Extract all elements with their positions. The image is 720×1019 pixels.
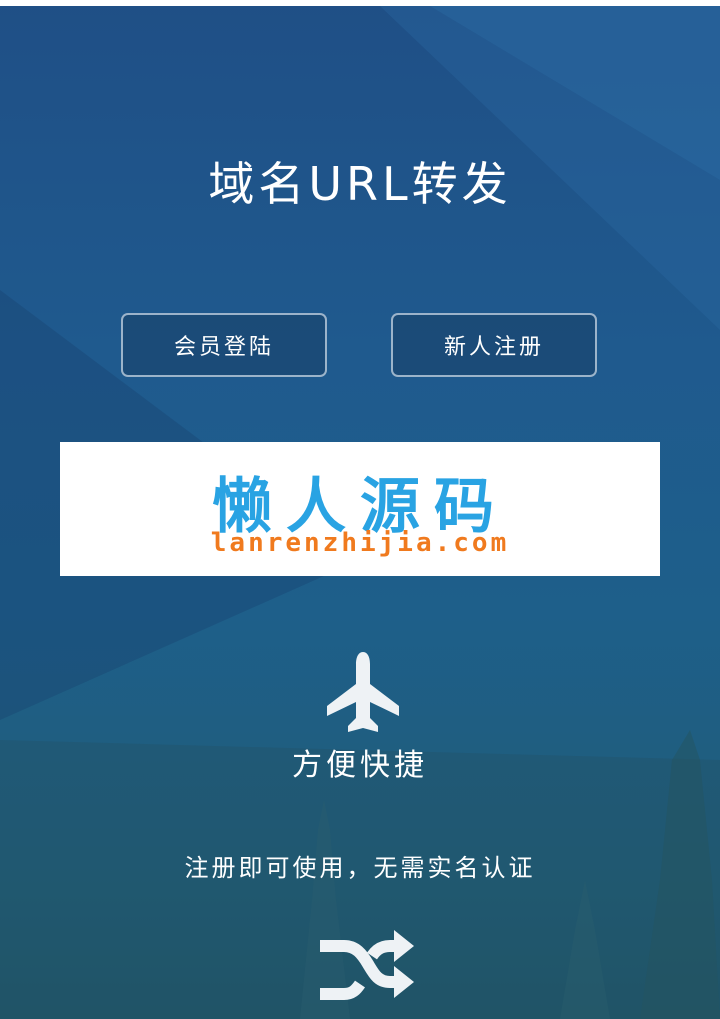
login-button[interactable]: 会员登陆 bbox=[121, 313, 327, 377]
banner-domain: lanrenzhijia.com bbox=[210, 528, 510, 558]
shuffle-icon bbox=[320, 930, 414, 1000]
top-strip bbox=[0, 0, 720, 6]
register-button[interactable]: 新人注册 bbox=[391, 313, 597, 377]
page: 域名URL转发 会员登陆 新人注册 懒人源码 lanrenzhijia.com … bbox=[0, 0, 720, 1019]
page-title: 域名URL转发 bbox=[208, 157, 512, 211]
brand-banner: 懒人源码 lanrenzhijia.com bbox=[60, 442, 660, 576]
feature-title: 方便快捷 bbox=[292, 748, 428, 783]
airplane-icon bbox=[327, 652, 399, 732]
feature-description: 注册即可使用，无需实名认证 bbox=[184, 854, 536, 882]
